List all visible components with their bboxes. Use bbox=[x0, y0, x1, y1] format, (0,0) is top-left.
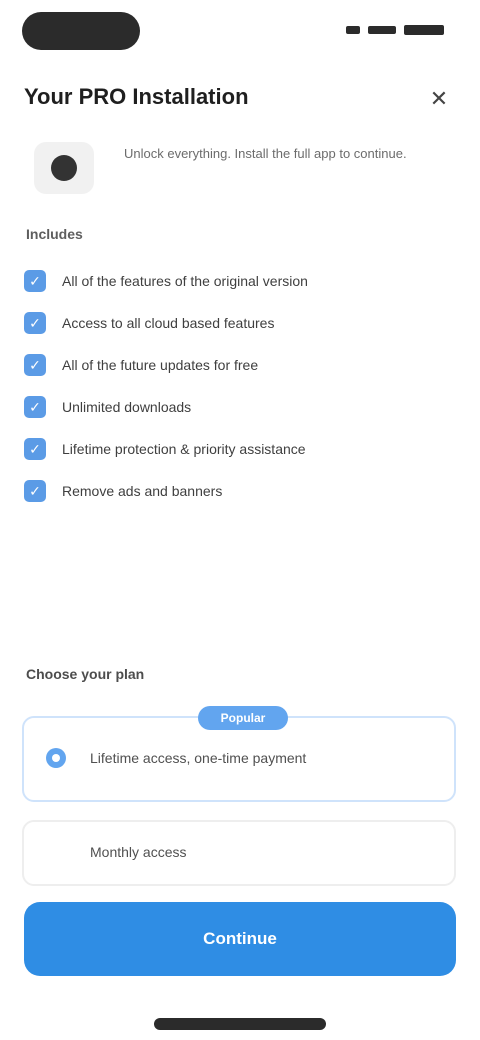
app-logo-mark bbox=[51, 155, 77, 181]
app-logo-icon bbox=[34, 142, 94, 194]
check-icon: ✓ bbox=[24, 270, 46, 292]
status-bar bbox=[0, 0, 480, 64]
radio-selected-icon[interactable] bbox=[46, 748, 66, 768]
feature-label: Access to all cloud based features bbox=[62, 315, 275, 331]
plan-option-label: Lifetime access, one-time payment bbox=[90, 750, 307, 766]
popular-badge: Popular bbox=[198, 706, 288, 730]
feature-item: ✓ Lifetime protection & priority assista… bbox=[24, 428, 454, 470]
check-icon: ✓ bbox=[24, 354, 46, 376]
app-description: Unlock everything. Install the full app … bbox=[124, 146, 407, 161]
check-icon: ✓ bbox=[24, 396, 46, 418]
close-icon: ✕ bbox=[429, 86, 449, 111]
home-indicator bbox=[154, 1018, 326, 1030]
signal-icon bbox=[346, 26, 360, 34]
feature-label: All of the future updates for free bbox=[62, 357, 259, 373]
status-time-pill bbox=[22, 12, 140, 50]
page-title: Your PRO Installation bbox=[24, 84, 249, 109]
feature-label: Unlimited downloads bbox=[62, 399, 192, 415]
plan-option-label: Monthly access bbox=[90, 844, 187, 860]
plan-option[interactable]: Monthly access bbox=[22, 820, 456, 886]
battery-icon bbox=[404, 25, 444, 35]
plan-option-selected[interactable]: Popular Lifetime access, one-time paymen… bbox=[22, 706, 456, 802]
check-icon: ✓ bbox=[24, 480, 46, 502]
check-icon: ✓ bbox=[24, 438, 46, 460]
app-summary: Unlock everything. Install the full app … bbox=[28, 138, 452, 200]
includes-label: Includes bbox=[26, 226, 83, 242]
feature-item: ✓ Unlimited downloads bbox=[24, 386, 454, 428]
feature-item: ✓ Access to all cloud based features bbox=[24, 302, 454, 344]
check-icon: ✓ bbox=[24, 312, 46, 334]
continue-button[interactable]: Continue bbox=[24, 902, 456, 976]
feature-item: ✓ All of the future updates for free bbox=[24, 344, 454, 386]
feature-label: All of the features of the original vers… bbox=[62, 273, 308, 289]
close-button[interactable]: ✕ bbox=[420, 80, 458, 118]
feature-label: Lifetime protection & priority assistanc… bbox=[62, 441, 306, 457]
feature-item: ✓ Remove ads and banners bbox=[24, 470, 454, 512]
choose-plan-label: Choose your plan bbox=[26, 666, 145, 682]
wifi-icon bbox=[368, 26, 396, 34]
feature-item: ✓ All of the features of the original ve… bbox=[24, 260, 454, 302]
features-list: ✓ All of the features of the original ve… bbox=[24, 260, 454, 512]
feature-label: Remove ads and banners bbox=[62, 483, 223, 499]
status-icons bbox=[340, 20, 450, 40]
